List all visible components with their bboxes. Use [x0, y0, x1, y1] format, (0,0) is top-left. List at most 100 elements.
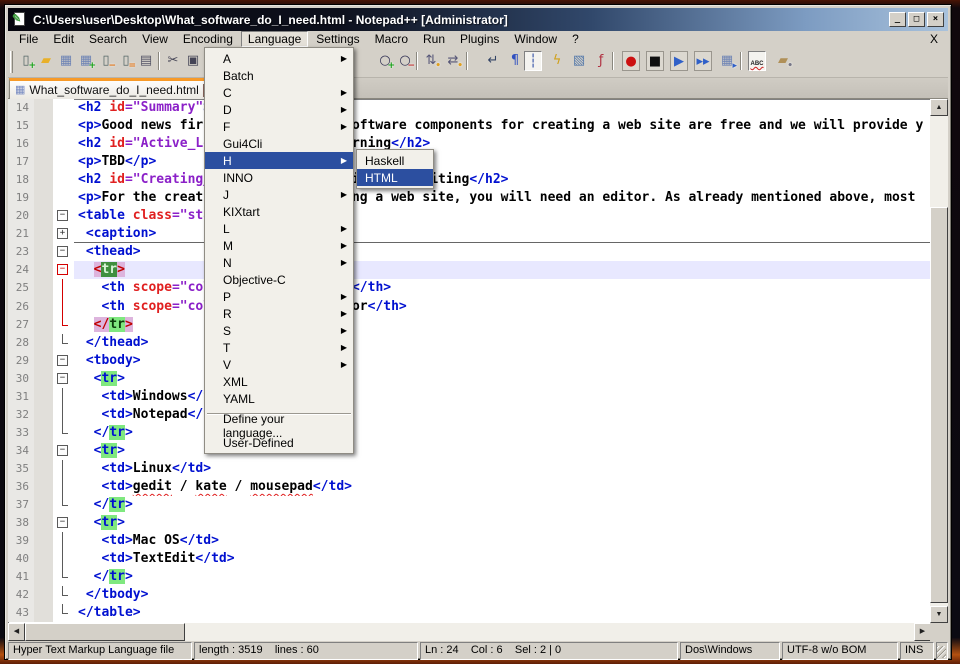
- close-button[interactable]: ×: [927, 12, 944, 27]
- fold-margin[interactable]: [53, 298, 74, 316]
- close-file-icon[interactable]: ▯−: [97, 51, 115, 71]
- tab-what-software-do-i-need[interactable]: ▦ What_software_do_I_need.html ×: [9, 78, 222, 99]
- fold-collapse-icon[interactable]: −: [57, 517, 68, 528]
- code-text[interactable]: </tr>: [74, 424, 932, 442]
- code-text[interactable]: <tr>: [74, 370, 932, 388]
- code-text[interactable]: <caption>: [74, 225, 932, 243]
- menubar-item-macro[interactable]: Macro: [368, 31, 415, 47]
- editor-pane[interactable]: 14<h2 id="Summary">Summary</h2>15<p>Good…: [8, 99, 932, 623]
- fold-margin[interactable]: [53, 99, 74, 117]
- scroll-down-icon[interactable]: ▼: [930, 606, 948, 623]
- language-menu-item-objective-c[interactable]: Objective-C: [205, 271, 353, 288]
- word-wrap-icon[interactable]: ↵: [484, 51, 502, 71]
- show-indent-guide-icon[interactable]: ┆: [524, 51, 542, 71]
- code-text[interactable]: <th scope="col">Recommended editor</th>: [74, 298, 932, 316]
- code-text[interactable]: <tbody>: [74, 352, 932, 370]
- menubar-item-search[interactable]: Search: [82, 31, 134, 47]
- code-text[interactable]: </tr>: [74, 568, 932, 586]
- bookmark-margin[interactable]: [34, 279, 53, 297]
- menubar-item-edit[interactable]: Edit: [46, 31, 81, 47]
- bookmark-margin[interactable]: [34, 496, 53, 514]
- fold-margin[interactable]: [53, 406, 74, 424]
- scroll-right-icon[interactable]: ▶: [914, 623, 931, 641]
- fold-collapse-icon[interactable]: −: [57, 355, 68, 366]
- code-text[interactable]: <table class="standard_table">: [74, 207, 932, 225]
- fold-margin[interactable]: −: [53, 261, 74, 279]
- fold-margin[interactable]: [53, 460, 74, 478]
- submenu-item-html[interactable]: HTML: [357, 169, 433, 186]
- bookmark-margin[interactable]: [34, 261, 53, 279]
- fold-margin[interactable]: +: [53, 225, 74, 243]
- bookmark-margin[interactable]: [34, 117, 53, 135]
- horizontal-scroll-thumb[interactable]: [25, 623, 185, 641]
- copy-icon[interactable]: ▣: [184, 51, 202, 71]
- code-text[interactable]: <td>Notepad</td>: [74, 406, 932, 424]
- menubar-item-window[interactable]: Window: [507, 31, 564, 47]
- new-file-icon[interactable]: ▯+: [17, 51, 35, 71]
- code-text[interactable]: </tbody>: [74, 586, 932, 604]
- code-text[interactable]: <h2 id="Summary">Summary</h2>: [74, 99, 932, 117]
- language-menu-item-c[interactable]: C▶: [205, 84, 353, 101]
- bookmark-margin[interactable]: [34, 586, 53, 604]
- bookmark-margin[interactable]: [34, 388, 53, 406]
- vertical-scrollbar[interactable]: ▲ ▼: [930, 99, 948, 623]
- language-menu-item-xml[interactable]: XML: [205, 373, 353, 390]
- language-menu-item-yaml[interactable]: YAML: [205, 390, 353, 407]
- function-list-icon[interactable]: ƒ: [592, 51, 610, 71]
- bookmark-margin[interactable]: [34, 352, 53, 370]
- bookmark-margin[interactable]: [34, 189, 53, 207]
- language-menu-item-r[interactable]: R▶: [205, 305, 353, 322]
- fold-margin[interactable]: −: [53, 442, 74, 460]
- bookmark-margin[interactable]: [34, 478, 53, 496]
- fold-margin[interactable]: [53, 189, 74, 207]
- fold-margin[interactable]: [53, 532, 74, 550]
- fold-margin[interactable]: −: [53, 514, 74, 532]
- bookmark-margin[interactable]: [34, 604, 53, 622]
- zoom-out-icon[interactable]: ○−: [396, 51, 414, 71]
- language-menu-item-j[interactable]: J▶: [205, 186, 353, 203]
- bookmark-margin[interactable]: [34, 370, 53, 388]
- sync-scroll-vertical-icon[interactable]: ⇅•: [422, 51, 440, 71]
- fold-margin[interactable]: [53, 153, 74, 171]
- bookmark-margin[interactable]: [34, 153, 53, 171]
- language-menu-item-a[interactable]: A▶: [205, 50, 353, 67]
- sync-scroll-horizontal-icon[interactable]: ⇄•: [444, 51, 462, 71]
- language-menu-item-f[interactable]: F▶: [205, 118, 353, 135]
- macro-stop-icon[interactable]: ■: [646, 51, 664, 71]
- fold-margin[interactable]: [53, 171, 74, 189]
- code-text[interactable]: </thead>: [74, 334, 932, 352]
- bookmark-margin[interactable]: [34, 568, 53, 586]
- code-text[interactable]: </tr>: [74, 316, 932, 334]
- fold-margin[interactable]: [53, 388, 74, 406]
- code-text[interactable]: <tr>: [74, 261, 932, 279]
- language-menu-item-d[interactable]: D▶: [205, 101, 353, 118]
- menubar-item-view[interactable]: View: [135, 31, 175, 47]
- bookmark-margin[interactable]: [34, 207, 53, 225]
- code-text[interactable]: <td>Windows</td>: [74, 388, 932, 406]
- bookmark-margin[interactable]: [34, 460, 53, 478]
- language-menu-item-n[interactable]: N▶: [205, 254, 353, 271]
- bookmark-margin[interactable]: [34, 225, 53, 243]
- minimize-button[interactable]: _: [889, 12, 906, 27]
- code-text[interactable]: <p>For the creations and also editing a …: [74, 189, 932, 207]
- language-menu-item-user-defined[interactable]: User-Defined: [205, 434, 353, 451]
- fold-margin[interactable]: [53, 334, 74, 352]
- bookmark-margin[interactable]: [34, 243, 53, 261]
- spell-check-icon[interactable]: ABC: [748, 51, 766, 71]
- bookmark-margin[interactable]: [34, 442, 53, 460]
- language-menu-item-inno[interactable]: INNO: [205, 169, 353, 186]
- bookmark-margin[interactable]: [34, 424, 53, 442]
- close-all-icon[interactable]: ▯=: [117, 51, 135, 71]
- fold-expand-icon[interactable]: +: [57, 228, 68, 239]
- code-text[interactable]: <td>gedit / kate / mousepad</td>: [74, 478, 932, 496]
- code-text[interactable]: <tr>: [74, 442, 932, 460]
- language-menu-item-h[interactable]: H▶: [205, 152, 353, 169]
- menubar-item-file[interactable]: File: [12, 31, 45, 47]
- save-all-icon[interactable]: ▦+: [77, 51, 95, 71]
- language-menu-item-kixtart[interactable]: KIXtart: [205, 203, 353, 220]
- bookmark-margin[interactable]: [34, 99, 53, 117]
- bookmark-margin[interactable]: [34, 334, 53, 352]
- function-completion-icon[interactable]: ϟ: [548, 51, 566, 71]
- code-text[interactable]: <tr>: [74, 514, 932, 532]
- menubar-item-help[interactable]: ?: [565, 31, 586, 47]
